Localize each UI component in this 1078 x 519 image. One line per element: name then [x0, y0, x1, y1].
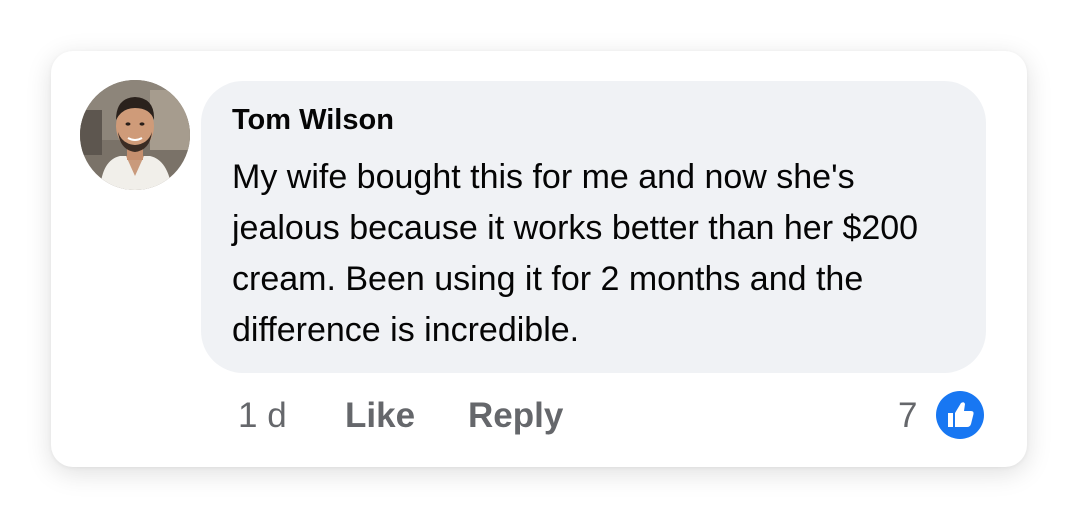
reply-button[interactable]: Reply	[468, 393, 563, 439]
like-button[interactable]: Like	[345, 393, 415, 439]
comment-timestamp[interactable]: 1 d	[238, 393, 287, 439]
comment-author[interactable]: Tom Wilson	[232, 104, 394, 137]
avatar[interactable]	[80, 80, 190, 190]
reaction-count[interactable]: 7	[898, 393, 917, 439]
comment-text: My wife bought this for me and now she's…	[232, 158, 919, 349]
thumbs-up-icon[interactable]	[934, 389, 986, 441]
